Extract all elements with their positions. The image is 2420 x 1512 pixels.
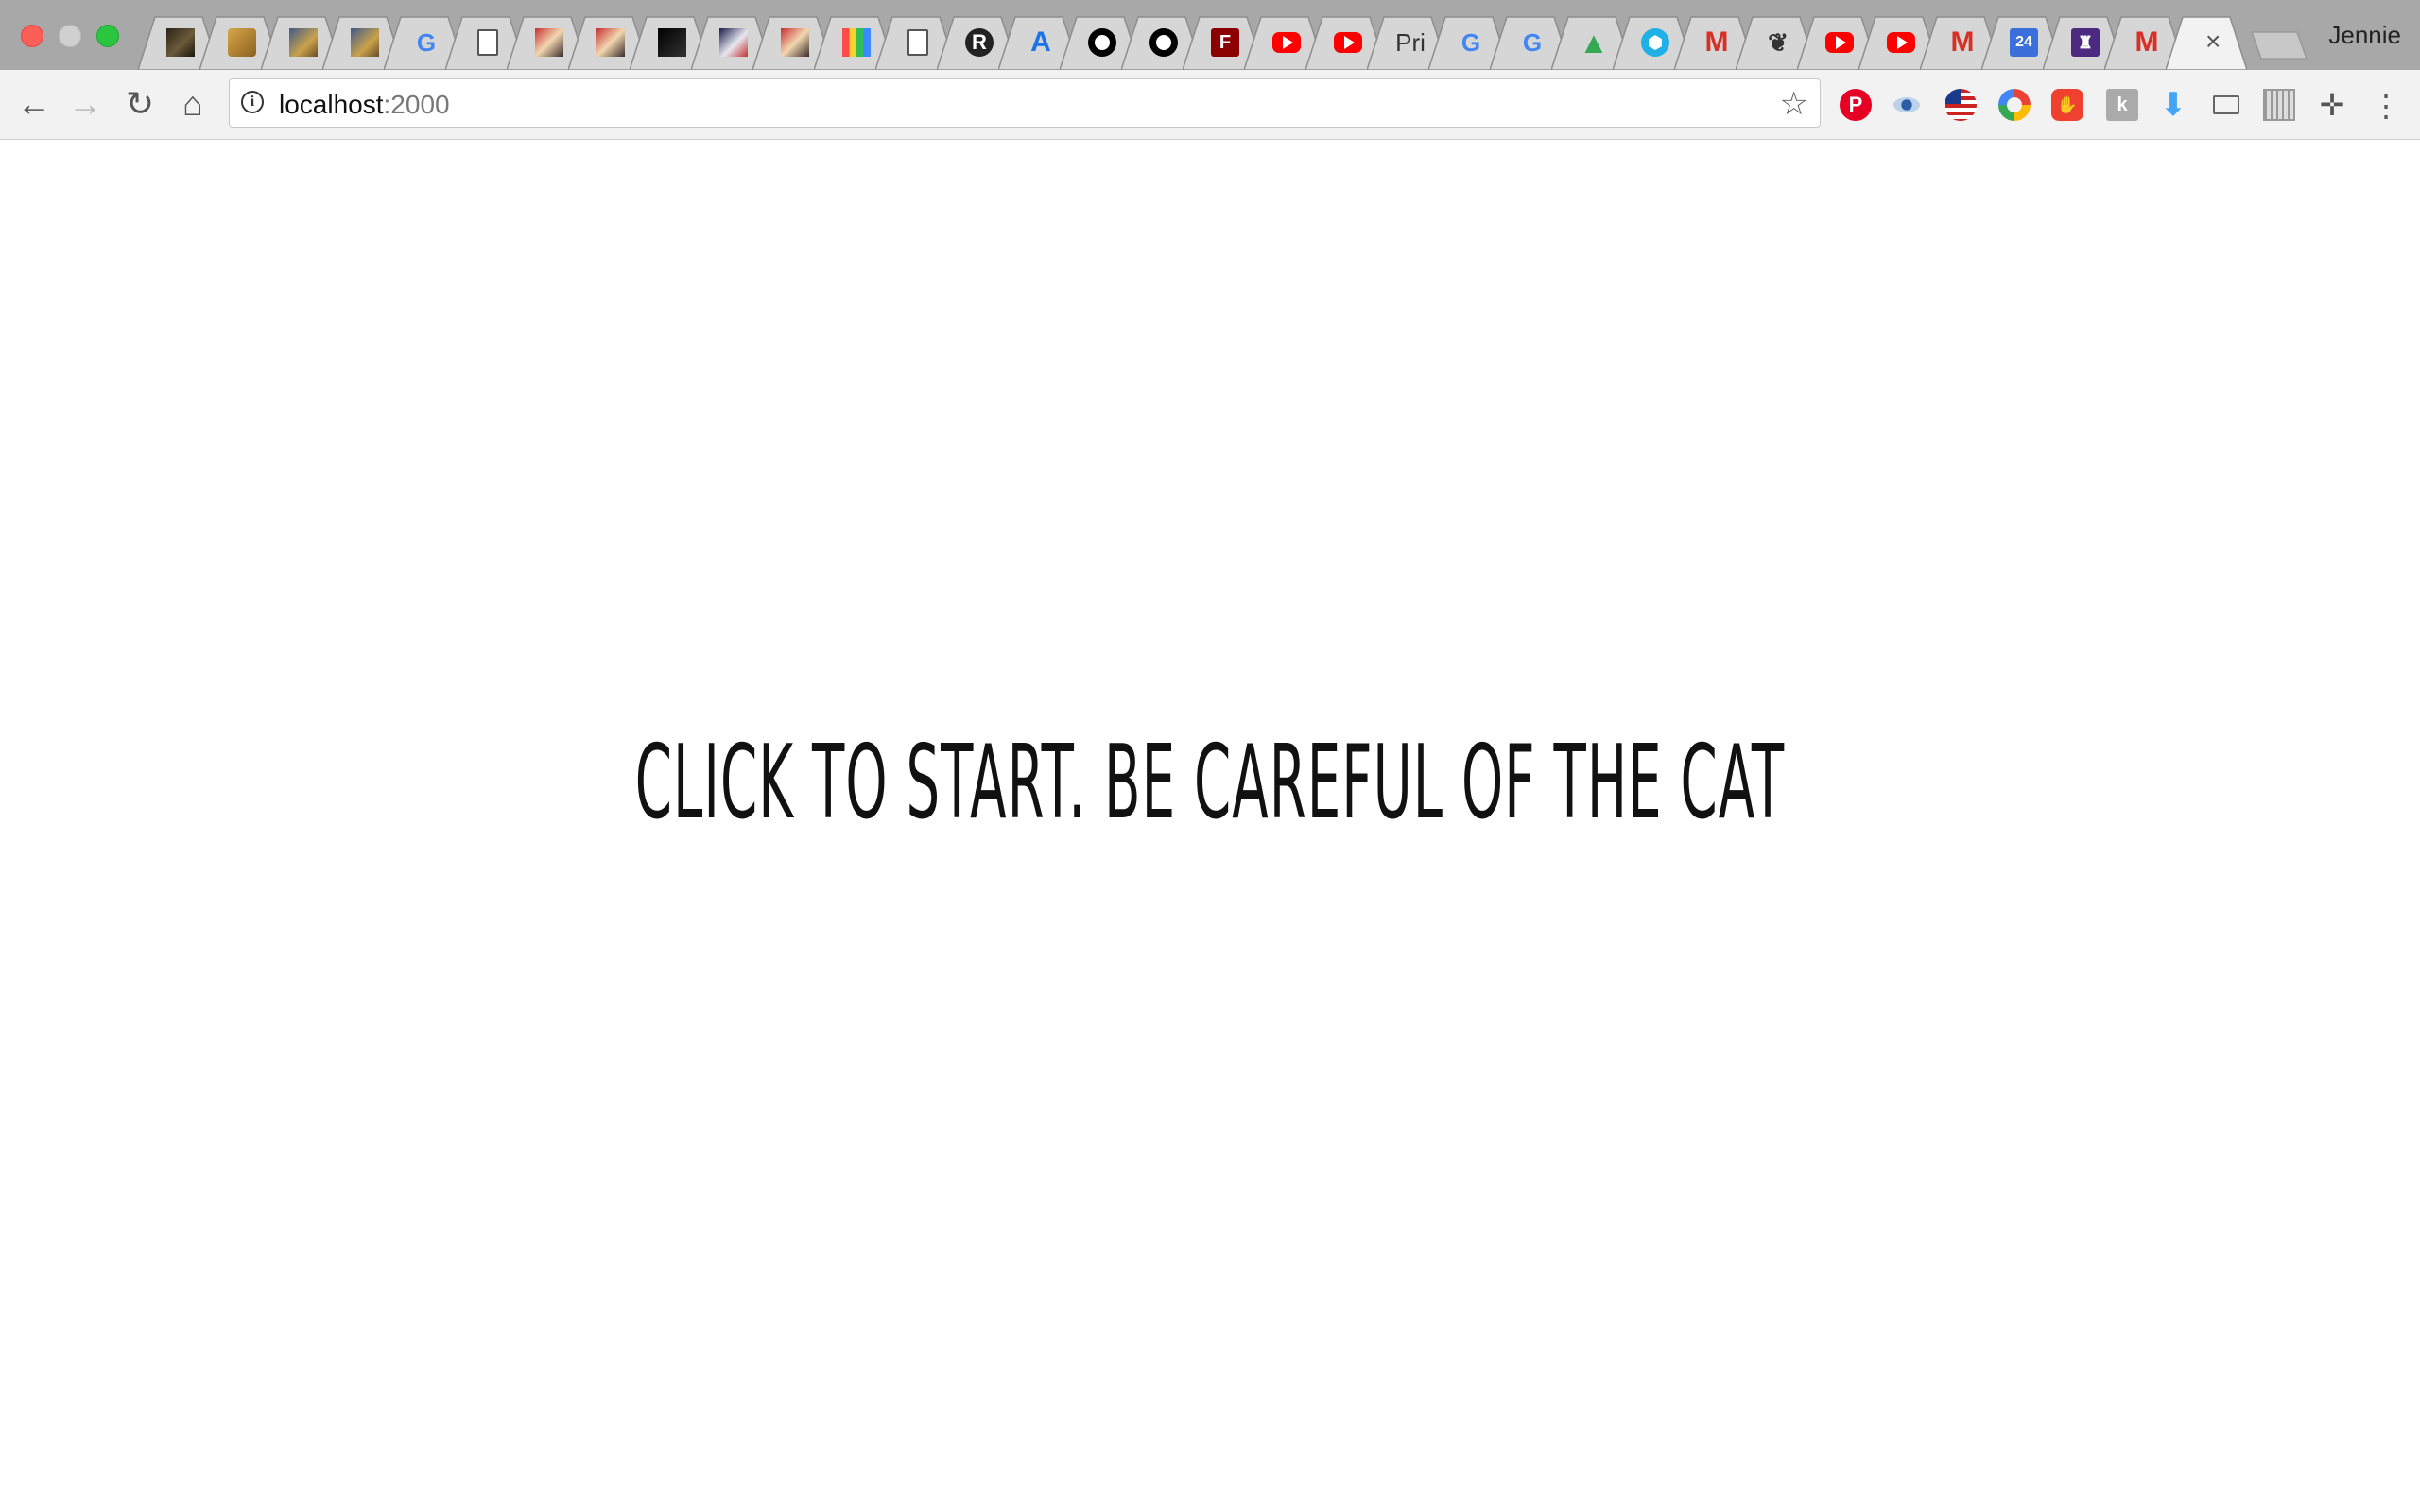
- game-canvas[interactable]: CLICK TO START. BE CAREFUL OF THE CAT: [0, 140, 2420, 1512]
- google-icon: G: [1522, 28, 1543, 57]
- k-icon[interactable]: k: [2106, 89, 2138, 121]
- google-drive-icon: ▲: [1579, 26, 1609, 60]
- image-thumb-figure: [719, 28, 748, 57]
- close-tab-icon[interactable]: ×: [2205, 26, 2221, 57]
- home-button[interactable]: ⌂: [170, 81, 216, 127]
- reload-button[interactable]: ↻: [117, 81, 163, 127]
- address-bar[interactable]: i localhost:2000 ☆: [229, 78, 1821, 128]
- flag-icon[interactable]: [1945, 89, 1977, 121]
- tab-strip: G R A F Pri G G ▲ ⬢ M ❦ M 24 ♜ M × Jennie: [0, 0, 2420, 70]
- start-message[interactable]: CLICK TO START. BE CAREFUL OF THE CAT: [580, 724, 1839, 842]
- r-circle-icon: R: [965, 28, 994, 57]
- cube-icon: ⬢: [1641, 28, 1669, 57]
- github-icon: [1150, 28, 1178, 57]
- url-port: :2000: [383, 90, 450, 119]
- menu-icon[interactable]: ⋮: [2371, 87, 2401, 125]
- document-icon: [474, 28, 502, 57]
- forward-button[interactable]: →: [62, 81, 108, 127]
- window-minimize-button[interactable]: [59, 25, 81, 47]
- browser-toolbar: ← → ↻ ⌂ i localhost:2000 ☆ P ✋ k ⬇ ✛ ⋮: [0, 70, 2420, 140]
- image-thumb-dark: [166, 28, 195, 57]
- google-icon: G: [416, 28, 437, 57]
- url-text[interactable]: localhost:2000: [279, 90, 450, 120]
- gmail-icon: M: [1950, 26, 1975, 58]
- youtube-icon: [1825, 32, 1854, 53]
- image-thumb-painting: [351, 28, 379, 57]
- stop-icon[interactable]: ✋: [2051, 89, 2083, 121]
- image-thumb-colorful: [842, 28, 871, 57]
- calendar-icon: 24: [2010, 28, 2038, 57]
- bookmark-star-icon[interactable]: ☆: [1780, 85, 1808, 123]
- youtube-icon: [1272, 32, 1301, 53]
- youtube-icon: [1887, 32, 1915, 53]
- text-favicon: Pri: [1395, 28, 1426, 57]
- document-icon: [904, 28, 932, 57]
- download-icon[interactable]: ⬇: [2157, 87, 2189, 123]
- back-button[interactable]: ←: [11, 81, 57, 127]
- image-thumb-red: [781, 28, 809, 57]
- url-host: localhost: [279, 90, 384, 119]
- cast-icon[interactable]: [2210, 89, 2242, 121]
- image-thumb-black: [658, 28, 686, 57]
- image-thumb-painting: [289, 28, 318, 57]
- purple-app-icon: ♜: [2071, 28, 2100, 57]
- new-tab-button[interactable]: [2248, 30, 2308, 60]
- image-thumb-red: [535, 28, 563, 57]
- pinterest-icon[interactable]: P: [1840, 89, 1872, 121]
- ring-icon[interactable]: [1998, 89, 2031, 121]
- window-maximize-button[interactable]: [96, 25, 119, 47]
- gmail-icon: M: [2135, 26, 2159, 58]
- info-icon[interactable]: i: [241, 91, 264, 113]
- github-icon: [1088, 28, 1116, 57]
- google-icon: G: [1461, 28, 1481, 57]
- eye-icon[interactable]: [1891, 89, 1923, 121]
- grid-icon[interactable]: [2263, 89, 2295, 121]
- a-app-icon: A: [1030, 26, 1051, 58]
- laurel-icon: ❦: [1768, 28, 1789, 57]
- youtube-icon: [1334, 32, 1362, 53]
- move-icon[interactable]: ✛: [2316, 88, 2348, 122]
- image-thumb-red: [596, 28, 625, 57]
- window-close-button[interactable]: [21, 25, 43, 47]
- tab-active[interactable]: ×: [2166, 15, 2247, 70]
- image-thumb-gold: [228, 28, 256, 57]
- f-app-icon: F: [1211, 28, 1239, 57]
- profile-name[interactable]: Jennie: [2328, 21, 2401, 50]
- gmail-icon: M: [1704, 26, 1729, 58]
